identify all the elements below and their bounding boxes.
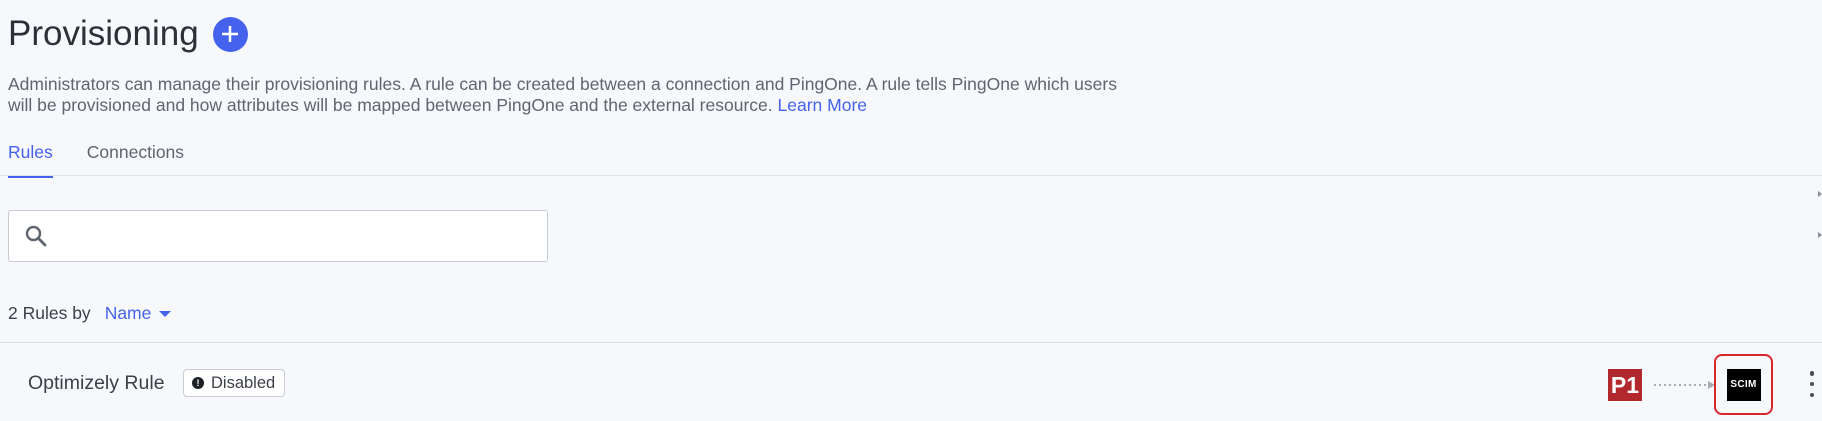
alert-icon: !: [192, 377, 204, 389]
search-icon: [23, 223, 49, 249]
add-rule-button[interactable]: [212, 16, 248, 52]
tab-connections[interactable]: Connections: [87, 142, 184, 178]
rule-count-label: 2 Rules by: [8, 303, 91, 323]
scroll-edge-mark-icon: [1818, 232, 1822, 238]
description-text: Administrators can manage their provisio…: [8, 74, 1117, 115]
sort-field-dropdown[interactable]: Name: [105, 303, 172, 324]
page-header: Provisioning: [8, 14, 248, 54]
rule-name[interactable]: Optimizely Rule: [28, 372, 165, 395]
scim-logo: SCIM: [1726, 368, 1761, 401]
tab-bar: Rules Connections: [8, 142, 218, 178]
pingone-logo: P1: [1608, 369, 1642, 401]
more-options-icon[interactable]: [1806, 371, 1818, 397]
plus-icon: [222, 26, 239, 42]
rule-row[interactable]: Optimizely Rule ! Disabled P1 SCIM: [0, 343, 1822, 421]
scim-connection-highlight[interactable]: SCIM: [1714, 354, 1773, 415]
page-title: Provisioning: [8, 14, 199, 53]
page-description: Administrators can manage their provisio…: [8, 74, 1118, 116]
scroll-edge-mark-icon: [1818, 191, 1822, 197]
tab-rules[interactable]: Rules: [8, 142, 53, 178]
sort-field-label: Name: [104, 303, 152, 323]
tabs-divider: [0, 175, 1822, 176]
status-badge: ! Disabled: [183, 369, 286, 397]
status-label: Disabled: [211, 373, 276, 392]
chevron-down-icon: [159, 310, 172, 317]
search-input[interactable]: [57, 213, 547, 259]
search-box[interactable]: [8, 210, 548, 262]
sort-row: 2 Rules by Name: [8, 303, 172, 324]
provisioning-page: Provisioning Administrators can manage t…: [0, 0, 1822, 421]
learn-more-link[interactable]: Learn More: [778, 95, 868, 115]
arrow-right-icon: [1654, 381, 1715, 389]
